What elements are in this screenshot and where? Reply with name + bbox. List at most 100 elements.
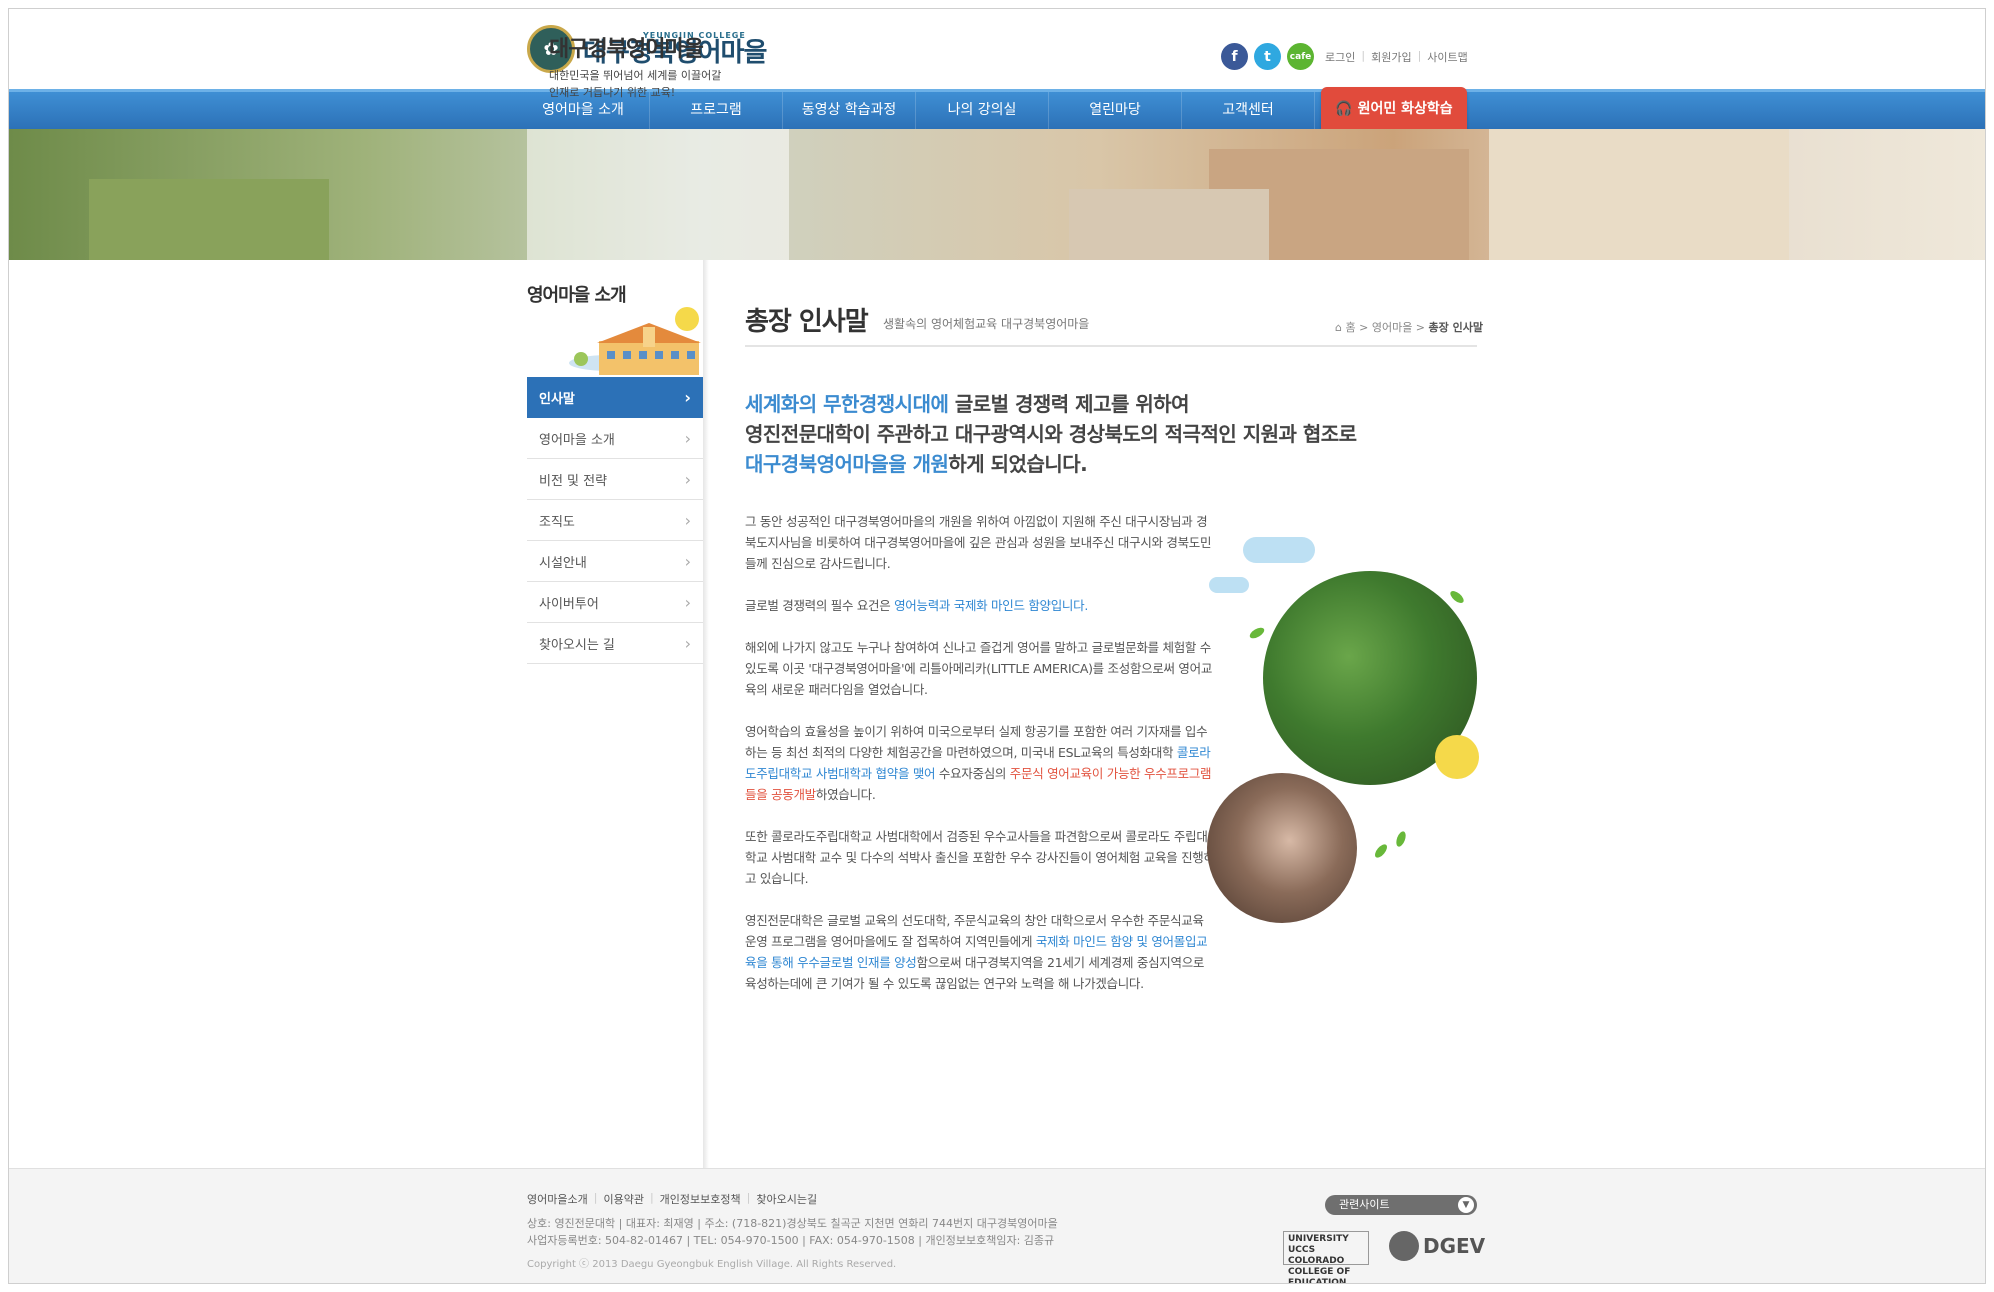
leaf-decoration — [1372, 842, 1390, 860]
cloud-decoration — [1209, 577, 1249, 593]
paragraph-4: 영어학습의 효율성을 높이기 위하여 미국으로부터 실제 항공기를 포함한 여러… — [745, 721, 1215, 805]
sidebar-item-label: 찾아오시는 길 — [539, 637, 615, 653]
main-nav: 영어마을 소개 프로그램 동영상 학습과정 나의 강의실 열린마당 고객센터 🎧… — [9, 87, 1985, 131]
chevron-right-icon: › — [684, 387, 691, 407]
cafe-icon[interactable]: cafe — [1287, 43, 1314, 70]
footer-link-directions[interactable]: 찾아오시는길 — [756, 1191, 817, 1207]
footer-info: 상호: 영진전문대학 | 대표자: 최재영 | 주소: (718-821)경상북… — [527, 1215, 1058, 1249]
login-link[interactable]: 로그인 — [1325, 49, 1355, 65]
nav-item-video-lesson[interactable]: 🎧 원어민 화상학습 — [1321, 87, 1467, 131]
paragraph-1: 그 동안 성공적인 대구경북영어마을의 개원을 위하여 아낌없이 지원해 주신 … — [745, 514, 1212, 571]
leaf-decoration — [1448, 588, 1466, 606]
dgev-logo[interactable]: DGEV — [1389, 1231, 1485, 1261]
sidebar-item-label: 비전 및 전략 — [539, 473, 608, 489]
village-illustration-icon — [569, 307, 701, 375]
banner-lawn — [89, 179, 329, 260]
breadcrumb-current: 총장 인사말 — [1428, 321, 1483, 334]
divider: | — [649, 1191, 654, 1204]
chevron-right-icon: › — [684, 592, 691, 612]
sun-decoration — [1435, 735, 1479, 779]
signup-link[interactable]: 회원가입 — [1371, 49, 1411, 65]
footer-links: 영어마을소개 | 이용약관 | 개인정보보호정책 | 찾아오시는길 — [527, 1191, 817, 1207]
paragraph-6: 영진전문대학은 글로벌 교육의 선도대학, 주문식교육의 창안 대학으로서 우수… — [745, 910, 1215, 994]
sidebar-menu: 인사말 › 영어마을 소개 › 비전 및 전략 › 조직도 › 시설안내 › 사… — [527, 377, 703, 664]
home-icon: ⌂ — [1335, 321, 1342, 334]
nav-special-label: 원어민 화상학습 — [1357, 101, 1453, 117]
footer-info-line2: 사업자등록번호: 504-82-01467 | TEL: 054-970-150… — [527, 1234, 1055, 1247]
divider: | — [593, 1191, 598, 1204]
sidebar-item-vision[interactable]: 비전 및 전략 › — [527, 459, 703, 500]
sidebar-item-label: 조직도 — [539, 514, 575, 530]
sidebar-item-organization[interactable]: 조직도 › — [527, 500, 703, 541]
sidebar-item-greeting[interactable]: 인사말 › — [527, 377, 703, 418]
chevron-right-icon: › — [684, 551, 691, 571]
chevron-right-icon: › — [684, 633, 691, 653]
page-title: 총장 인사말 — [745, 307, 869, 337]
sidebar-title: 영어마을 소개 — [527, 285, 627, 306]
related-sites-label: 관련사이트 — [1339, 1198, 1390, 1211]
related-sites-select[interactable]: 관련사이트 ▼ — [1325, 1195, 1477, 1215]
sidebar-divider — [703, 260, 709, 1168]
title-divider — [745, 345, 1477, 347]
chevron-right-icon: › — [684, 510, 691, 530]
chevron-right-icon: › — [684, 428, 691, 448]
sidebar-item-label: 시설안내 — [539, 555, 587, 571]
cello-lesson-photo — [1207, 773, 1357, 923]
sidebar-item-label: 영어마을 소개 — [539, 432, 615, 448]
sidebar-item-facilities[interactable]: 시설안내 › — [527, 541, 703, 582]
chevron-down-icon: ▼ — [1458, 1197, 1474, 1213]
sidebar-item-about[interactable]: 영어마을 소개 › — [527, 418, 703, 459]
lead-line1-rest: 글로벌 경쟁력 제고를 위하여 — [948, 392, 1190, 416]
banner-title: 대구경북영어마을 — [549, 37, 704, 62]
banner-text-panel — [527, 129, 789, 260]
footer-link-privacy[interactable]: 개인정보보호정책 — [660, 1191, 741, 1207]
paragraph-4-text-b: 수요자중심의 — [935, 766, 1010, 781]
uccs-logo-line3: COLLEGE OF EDUCATION — [1288, 1267, 1351, 1284]
banner-subtitle-line1: 대한민국을 뛰어넘어 세계를 이끌어갈 — [549, 69, 722, 82]
paragraph-2-text: 글로벌 경쟁력의 필수 요건은 — [745, 598, 895, 613]
leaf-decoration — [1248, 625, 1266, 641]
dgev-logo-text: DGEV — [1423, 1234, 1486, 1258]
greeting-body: 그 동안 성공적인 대구경북영어마을의 개원을 위하여 아낌없이 지원해 주신 … — [745, 511, 1215, 1015]
sidebar-item-label: 사이버투어 — [539, 596, 599, 612]
sitemap-link[interactable]: 사이트맵 — [1427, 49, 1467, 65]
leaf-decoration — [1394, 830, 1408, 848]
nav-item-my-classroom[interactable]: 나의 강의실 — [916, 92, 1049, 129]
sidebar-item-cyber-tour[interactable]: 사이버투어 › — [527, 582, 703, 623]
chevron-right-icon: › — [684, 469, 691, 489]
nav-item-open-forum[interactable]: 열린마당 — [1049, 92, 1182, 129]
breadcrumb: ⌂ 홈 > 영어마을 > 총장 인사말 — [1335, 321, 1483, 334]
divider: | — [1361, 49, 1366, 62]
banner-subtitle: 대한민국을 뛰어넘어 세계를 이끌어갈 인재로 거듭나기 위한 교육! — [549, 67, 789, 101]
top-links: 로그인 | 회원가입 | 사이트맵 — [1325, 49, 1468, 65]
social-links: f t cafe — [1221, 43, 1314, 70]
paragraph-5: 또한 콜로라도주립대학교 사범대학에서 검증된 우수교사들을 파견함으로써 콜로… — [745, 829, 1215, 886]
dgev-emblem-icon — [1389, 1231, 1419, 1261]
nav-item-customer-center[interactable]: 고객센터 — [1182, 92, 1315, 129]
uccs-logo-line2: UCCS COLORADO — [1288, 1245, 1345, 1266]
page-frame: ✿ YEUNGJIN COLLEGE 대구경북영어마을 f t cafe 로그인… — [8, 8, 1986, 1284]
sidebar-item-label: 인사말 — [539, 391, 575, 407]
lead-line3-rest: 하게 되었습니다. — [948, 452, 1088, 476]
twitter-icon[interactable]: t — [1254, 43, 1281, 70]
paragraph-2-highlight: 영어능력과 국제화 마인드 함양입니다. — [894, 598, 1089, 613]
facebook-icon[interactable]: f — [1221, 43, 1248, 70]
cloud-decoration — [1243, 537, 1315, 563]
sidebar-item-directions[interactable]: 찾아오시는 길 › — [527, 623, 703, 664]
uccs-logo-line1: UNIVERSITY — [1288, 1234, 1349, 1244]
divider: | — [1417, 49, 1422, 62]
paragraph-4-text-c: 하였습니다. — [815, 787, 876, 802]
footer-link-terms[interactable]: 이용약관 — [603, 1191, 643, 1207]
uccs-logo[interactable]: UNIVERSITY UCCS COLORADO COLLEGE OF EDUC… — [1283, 1231, 1369, 1283]
footer-info-line1: 상호: 영진전문대학 | 대표자: 최재영 | 주소: (718-821)경상북… — [527, 1217, 1058, 1230]
lead-line2: 영진전문대학이 주관하고 대구광역시와 경상북도의 적극적인 지원과 협조로 — [745, 422, 1357, 446]
breadcrumb-home[interactable]: 홈 — [1345, 321, 1355, 334]
page-subtitle: 생활속의 영어체험교육 대구경북영어마을 — [883, 317, 1090, 331]
paragraph-2: 글로벌 경쟁력의 필수 요건은 영어능력과 국제화 마인드 함양입니다. — [745, 595, 1215, 616]
breadcrumb-section[interactable]: 영어마을 — [1372, 321, 1412, 334]
nav-item-video-course[interactable]: 동영상 학습과정 — [783, 92, 916, 129]
banner-subtitle-line2: 인재로 거듭나기 위한 교육! — [549, 86, 676, 99]
footer-link-about[interactable]: 영어마을소개 — [527, 1191, 588, 1207]
lead-line3-highlight: 대구경북영어마을을 개원 — [745, 452, 949, 476]
paragraph-4-text: 영어학습의 효율성을 높이기 위하여 미국으로부터 실제 항공기를 포함한 여러… — [745, 724, 1208, 760]
